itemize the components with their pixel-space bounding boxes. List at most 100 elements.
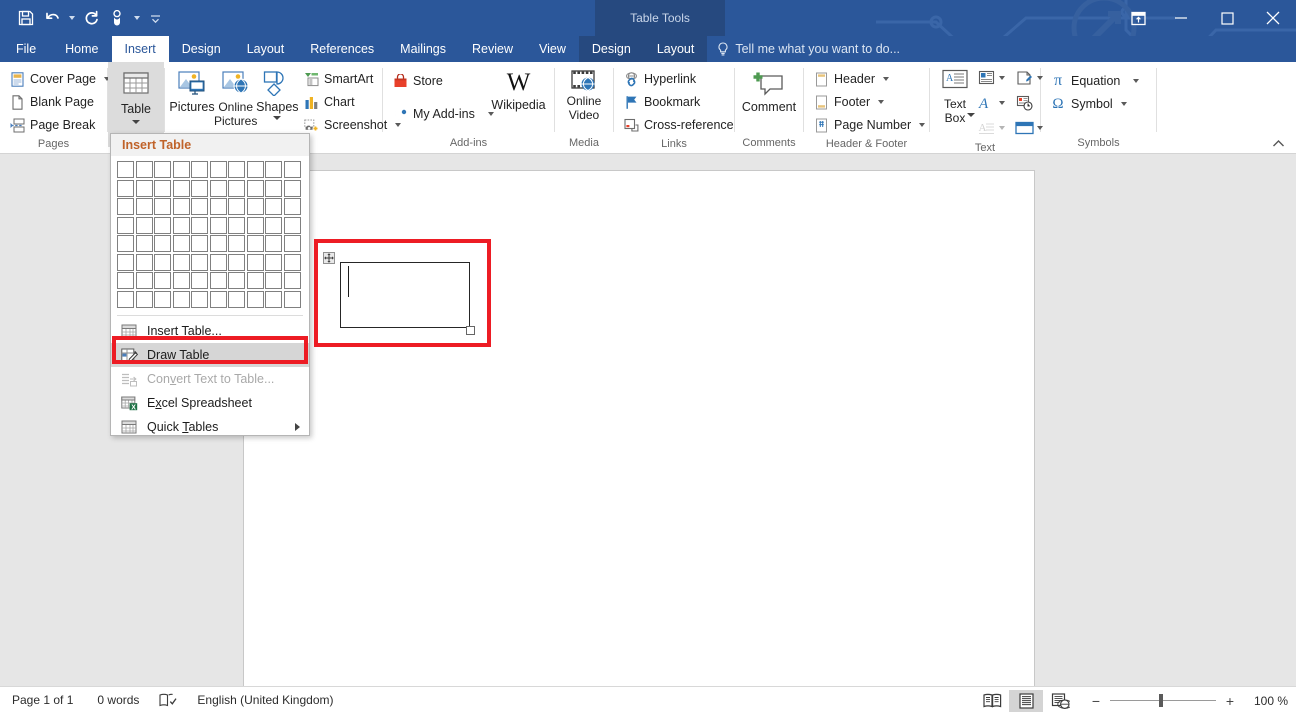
zoom-level[interactable]: 100 % xyxy=(1244,694,1288,708)
zoom-slider-thumb[interactable] xyxy=(1159,694,1163,707)
print-layout-view-button[interactable] xyxy=(1009,690,1043,712)
tab-references[interactable]: References xyxy=(297,36,387,62)
date-time-icon[interactable] xyxy=(1013,92,1035,114)
table-size-grid-cell[interactable] xyxy=(154,235,171,252)
table-size-grid-cell[interactable] xyxy=(191,198,208,215)
table-size-grid-cell[interactable] xyxy=(191,180,208,197)
proofing-errors-icon[interactable] xyxy=(151,693,185,708)
language-indicator[interactable]: English (United Kingdom) xyxy=(185,693,345,707)
table-size-grid-cell[interactable] xyxy=(136,291,153,308)
equation-caret-icon[interactable] xyxy=(1133,79,1139,83)
table-size-grid-cell[interactable] xyxy=(210,235,227,252)
table-size-grid-cell[interactable] xyxy=(173,198,190,215)
table-size-grid-cell[interactable] xyxy=(228,235,245,252)
page-number-button[interactable]: Page Number xyxy=(809,114,929,136)
table-size-grid-cell[interactable] xyxy=(136,235,153,252)
table-size-grid-cell[interactable] xyxy=(173,235,190,252)
table-size-grid-cell[interactable] xyxy=(173,291,190,308)
table-size-grid-cell[interactable] xyxy=(191,161,208,178)
table-size-grid-cell[interactable] xyxy=(154,291,171,308)
tab-table-tools-design[interactable]: Design xyxy=(579,36,644,62)
table-size-grid-cell[interactable] xyxy=(117,254,134,271)
web-layout-view-button[interactable] xyxy=(1043,690,1077,712)
wikipedia-button[interactable]: W Wikipedia xyxy=(488,68,549,112)
table-size-grid-cell[interactable] xyxy=(228,180,245,197)
table-size-grid-cell[interactable] xyxy=(228,217,245,234)
page-break-button[interactable]: Page Break xyxy=(5,114,114,136)
table-size-grid-cell[interactable] xyxy=(173,180,190,197)
tab-home[interactable]: Home xyxy=(52,36,111,62)
tab-insert[interactable]: Insert xyxy=(112,36,169,62)
table-dropdown-caret-icon[interactable] xyxy=(132,120,140,124)
cross-reference-button[interactable]: Cross-reference xyxy=(619,114,738,136)
table-size-grid-cell[interactable] xyxy=(117,217,134,234)
table-size-grid-cell[interactable] xyxy=(191,254,208,271)
table-resize-handle[interactable] xyxy=(466,326,475,335)
zoom-slider[interactable] xyxy=(1110,694,1216,708)
page-indicator[interactable]: Page 1 of 1 xyxy=(0,693,85,707)
table-size-grid-cell[interactable] xyxy=(284,272,301,289)
table-size-grid-cell[interactable] xyxy=(265,161,282,178)
menu-item-quick-tables[interactable]: Quick Tables xyxy=(111,415,309,439)
table-size-grid-cell[interactable] xyxy=(265,198,282,215)
drawn-table[interactable] xyxy=(340,262,470,328)
table-size-grid-cell[interactable] xyxy=(284,217,301,234)
restore-icon[interactable] xyxy=(1204,0,1250,36)
table-size-grid-cell[interactable] xyxy=(228,161,245,178)
table-size-grid-cell[interactable] xyxy=(136,217,153,234)
table-size-grid-cell[interactable] xyxy=(191,235,208,252)
table-size-grid-cell[interactable] xyxy=(173,217,190,234)
drop-cap-caret-icon[interactable] xyxy=(999,101,1005,105)
table-size-grid-cell[interactable] xyxy=(117,161,134,178)
menu-item-insert-table[interactable]: Insert Table... xyxy=(111,319,309,343)
table-size-grid-cell[interactable] xyxy=(154,198,171,215)
table-size-grid-cell[interactable] xyxy=(117,291,134,308)
blank-page-button[interactable]: Blank Page xyxy=(5,91,114,113)
table-move-handle[interactable] xyxy=(323,252,335,264)
pictures-button[interactable]: Pictures xyxy=(170,63,214,114)
footer-caret-icon[interactable] xyxy=(878,100,884,104)
shapes-caret-icon[interactable] xyxy=(273,116,281,120)
table-size-grid-cell[interactable] xyxy=(265,235,282,252)
table-size-grid-cell[interactable] xyxy=(284,254,301,271)
table-size-grid-cell[interactable] xyxy=(117,198,134,215)
bookmark-button[interactable]: Bookmark xyxy=(619,91,738,113)
table-size-grid-cell[interactable] xyxy=(117,180,134,197)
table-size-grid-cell[interactable] xyxy=(210,180,227,197)
table-size-grid-cell[interactable] xyxy=(284,235,301,252)
equation-button[interactable]: π Equation xyxy=(1046,70,1143,92)
table-size-grid-cell[interactable] xyxy=(154,161,171,178)
table-size-grid-cell[interactable] xyxy=(247,180,264,197)
menu-item-excel-spreadsheet[interactable]: X Excel Spreadsheet xyxy=(111,391,309,415)
tab-design[interactable]: Design xyxy=(169,36,234,62)
symbol-caret-icon[interactable] xyxy=(1121,102,1127,106)
table-size-grid-cell[interactable] xyxy=(136,161,153,178)
table-size-grid-cell[interactable] xyxy=(228,291,245,308)
store-button[interactable]: Store xyxy=(388,70,488,92)
table-size-grid-cell[interactable] xyxy=(136,272,153,289)
table-size-grid-cell[interactable] xyxy=(247,198,264,215)
tell-me-search[interactable]: Tell me what you want to do... xyxy=(707,36,910,62)
table-size-grid-cell[interactable] xyxy=(284,161,301,178)
table-size-grid-cell[interactable] xyxy=(154,180,171,197)
drop-cap-icon[interactable]: A xyxy=(975,92,997,114)
object-icon[interactable] xyxy=(1013,117,1035,139)
table-size-grid-cell[interactable] xyxy=(265,254,282,271)
table-size-grid-cell[interactable] xyxy=(154,217,171,234)
table-size-grid-cell[interactable] xyxy=(154,254,171,271)
table-size-grid-cell[interactable] xyxy=(191,272,208,289)
table-size-grid-cell[interactable] xyxy=(136,254,153,271)
table-size-grid-cell[interactable] xyxy=(247,161,264,178)
table-size-grid-cell[interactable] xyxy=(265,272,282,289)
table-size-grid-cell[interactable] xyxy=(210,217,227,234)
table-size-grid-cell[interactable] xyxy=(265,180,282,197)
table-size-grid-cell[interactable] xyxy=(247,291,264,308)
table-size-grid-cell[interactable] xyxy=(284,198,301,215)
table-size-grid-cell[interactable] xyxy=(173,254,190,271)
tab-table-tools-layout[interactable]: Layout xyxy=(644,36,708,62)
table-size-grid-cell[interactable] xyxy=(136,180,153,197)
table-size-grid-cell[interactable] xyxy=(117,272,134,289)
ribbon-display-options-icon[interactable] xyxy=(1118,0,1158,36)
text-box-caret-icon[interactable] xyxy=(967,113,975,117)
table-size-grid-cell[interactable] xyxy=(210,291,227,308)
